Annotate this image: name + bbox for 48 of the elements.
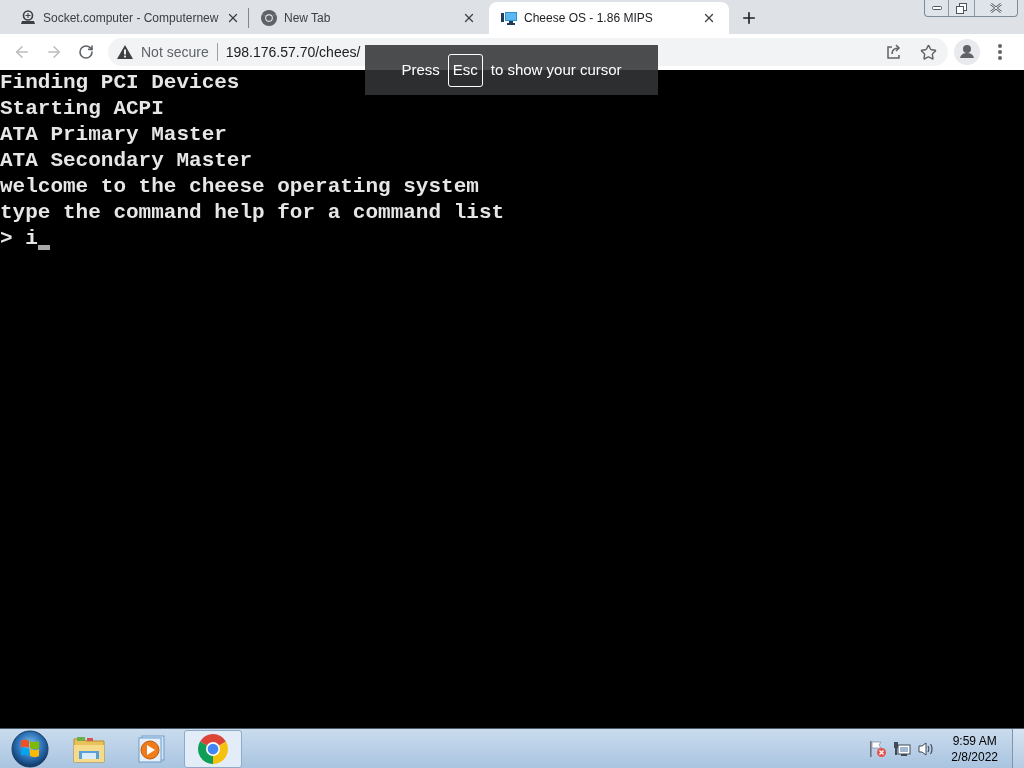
close-icon	[990, 3, 1002, 13]
network-button[interactable]	[893, 740, 912, 757]
terminal-line: welcome to the cheese operating system	[0, 174, 479, 200]
url-text: 198.176.57.70/chees/	[225, 42, 361, 62]
close-icon	[702, 11, 716, 25]
network-icon	[893, 740, 912, 757]
browser-tab[interactable]: New Tab	[249, 2, 489, 34]
terminal-line: ATA Secondary Master	[0, 148, 253, 174]
minimize-icon	[931, 6, 942, 10]
close-icon	[462, 11, 476, 25]
taskbar-app-button[interactable]	[184, 729, 242, 768]
plus-icon	[740, 9, 758, 27]
terminal-line: type the command help for a command list	[0, 200, 505, 226]
terminal-line: Finding PCI Devices	[0, 70, 240, 96]
monitor-icon	[501, 11, 517, 25]
clock-time: 9:59 AM	[952, 732, 997, 749]
media-player-icon	[136, 734, 166, 763]
folder-icon	[73, 734, 105, 763]
action-center-button[interactable]	[869, 739, 888, 758]
share-icon	[886, 44, 902, 60]
reload-icon	[78, 44, 94, 60]
terminal-line: ATA Primary Master	[0, 122, 227, 148]
clock-date: 2/8/2022	[951, 748, 998, 765]
notice-text: to show your cursor	[490, 59, 622, 80]
volume-button[interactable]	[917, 740, 936, 757]
profile-button[interactable]	[953, 38, 981, 66]
notice-text: Press	[401, 59, 440, 80]
forward-arrow-icon	[45, 43, 63, 61]
computer-icon	[20, 10, 36, 26]
text-cursor-icon	[37, 245, 50, 250]
windows-logo-icon	[11, 729, 49, 768]
start-button[interactable]	[8, 729, 52, 768]
browser-tab[interactable]: Cheese OS - 1.86 MIPS	[489, 2, 729, 34]
terminal-line: Starting ACPI	[0, 96, 164, 122]
ring-icon	[261, 10, 277, 26]
security-chip[interactable]: Not secure	[117, 41, 217, 63]
star-icon	[919, 43, 937, 61]
command-input[interactable]: i	[25, 226, 38, 252]
menu-icon	[998, 44, 1002, 60]
chrome-logo-icon	[198, 733, 228, 764]
prompt-symbol: >	[0, 226, 13, 252]
speaker-icon	[917, 740, 936, 757]
restore-icon	[956, 2, 967, 14]
avatar-icon	[954, 39, 980, 65]
browser-tab[interactable]: Socket.computer - Computernew	[8, 2, 248, 34]
warning-icon	[117, 45, 133, 59]
flag-icon	[869, 739, 888, 758]
key-cap: Esc	[447, 53, 483, 87]
